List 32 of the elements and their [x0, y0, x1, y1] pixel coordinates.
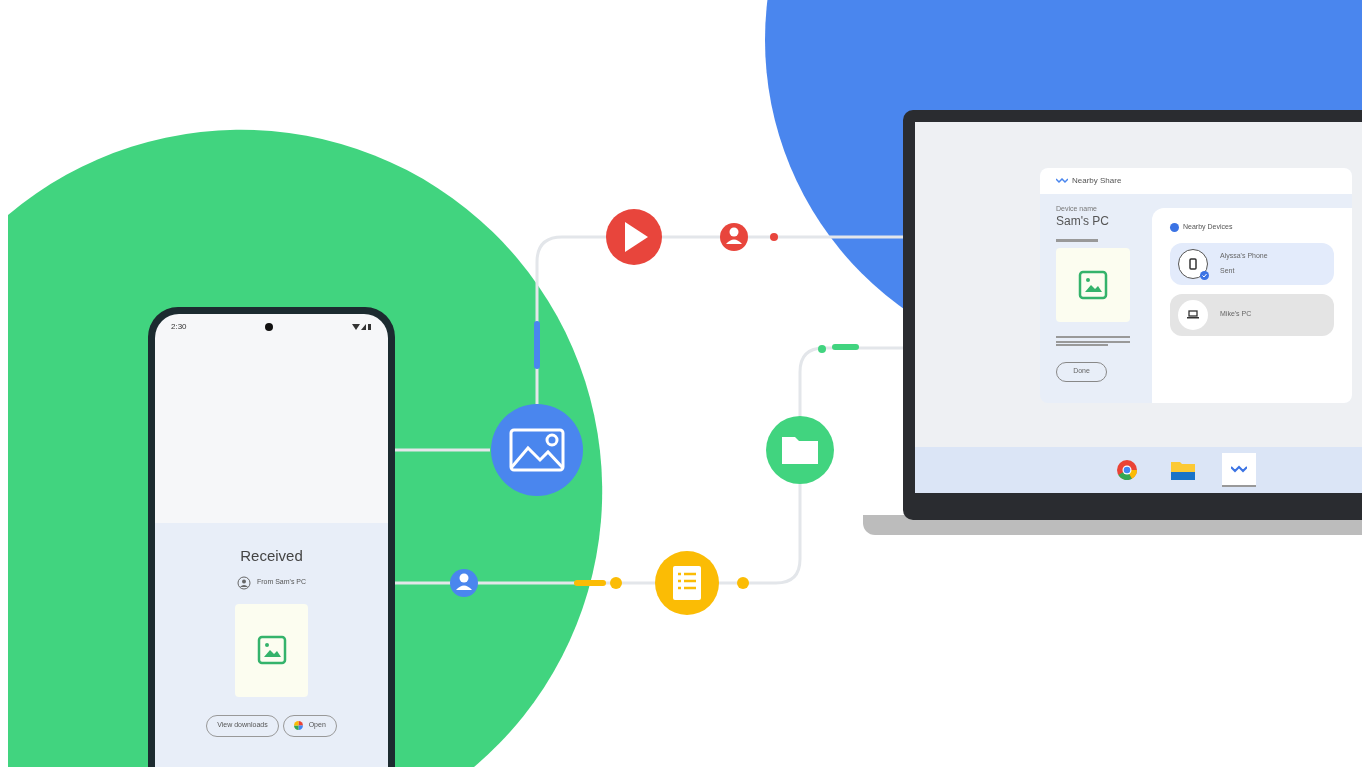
camera-icon: [265, 323, 274, 331]
dot-mark: [737, 577, 749, 589]
status-icons: [352, 323, 372, 331]
text-placeholder-line: [1056, 238, 1098, 242]
pinwheel-icon: [293, 721, 303, 730]
browser-icon: [1117, 460, 1137, 480]
status-time: 2:30: [171, 321, 187, 333]
device-name: Sam's PC: [1056, 214, 1110, 227]
dash-mark: [534, 321, 540, 369]
received-title: Received: [240, 546, 303, 566]
image-icon: [491, 404, 583, 496]
play-icon: [606, 209, 662, 265]
person-icon: [450, 569, 478, 597]
folder-icon: [1171, 460, 1195, 480]
laptop-icon: [1187, 310, 1199, 319]
share-icon: [1056, 178, 1068, 184]
dialog-title: Nearby Share: [1072, 175, 1122, 187]
dot-mark: [770, 233, 778, 241]
phone-icon: [1189, 257, 1197, 270]
dash-mark: [832, 344, 859, 350]
dash-mark: [574, 580, 606, 586]
document-icon: [655, 551, 719, 615]
account-icon: [236, 575, 251, 590]
folder-icon: [766, 416, 834, 484]
share-icon: [1231, 465, 1247, 473]
taskbar-app[interactable]: [1222, 453, 1256, 487]
person-icon: [720, 223, 748, 251]
dot-mark: [818, 345, 826, 353]
image-icon: [1078, 269, 1108, 300]
check-icon: [1200, 270, 1209, 280]
image-icon: [256, 635, 287, 665]
dot-mark: [610, 577, 622, 589]
